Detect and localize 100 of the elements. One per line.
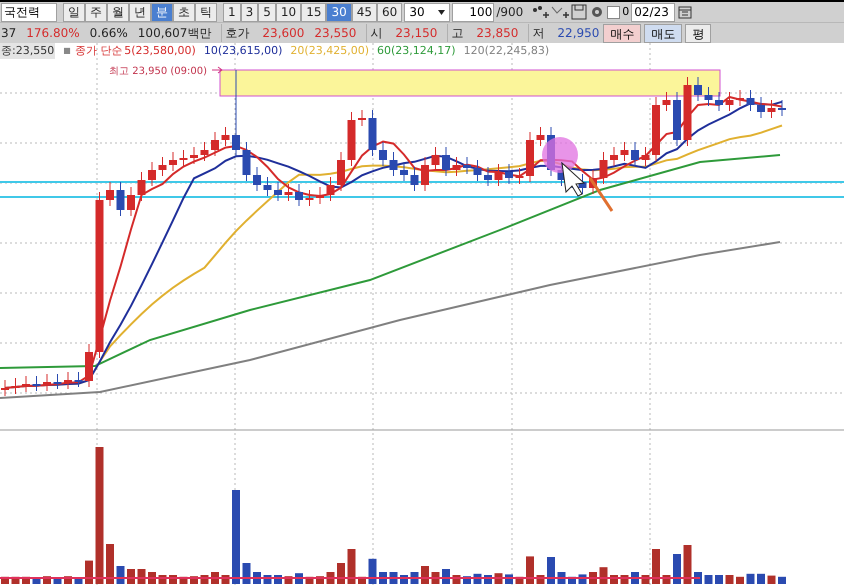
candlestick	[127, 186, 135, 216]
count-field[interactable]: 100	[452, 2, 494, 22]
order-button[interactable]: 매수	[603, 24, 642, 43]
candlestick	[358, 110, 366, 126]
candlestick	[505, 164, 513, 184]
toolbar-toggle[interactable]: 3	[240, 2, 258, 22]
volume-bar	[715, 575, 723, 584]
candlestick	[180, 150, 188, 166]
interval-dropdown[interactable]: 30	[404, 2, 450, 22]
candlestick	[106, 182, 114, 206]
candlestick	[484, 166, 492, 186]
candlestick	[516, 168, 524, 184]
candlestick	[64, 372, 72, 390]
candlestick	[746, 90, 754, 112]
candlestick	[536, 126, 544, 146]
highlight-circle	[542, 137, 578, 173]
moving-average-label: 5(23,580,00)	[124, 42, 196, 59]
marker-arrow	[212, 66, 223, 74]
candlestick	[610, 146, 618, 166]
dropdown-caret-icon	[438, 10, 446, 15]
save-icon[interactable]	[571, 4, 588, 20]
candlestick	[200, 142, 208, 162]
candlestick	[264, 176, 272, 196]
candlestick	[316, 186, 324, 204]
volume-bar	[652, 549, 660, 584]
toolbar-toggle[interactable]: 주	[85, 2, 107, 22]
candlestick	[32, 376, 40, 392]
candlestick	[169, 152, 177, 172]
order-button[interactable]: 평	[685, 24, 712, 43]
candlestick	[116, 182, 124, 216]
legend-title: 종가 단순	[74, 42, 122, 59]
toolbar-toggle[interactable]: 5	[258, 2, 276, 22]
toolbar-toggle[interactable]: 월	[107, 2, 129, 22]
volume-bar	[726, 575, 734, 584]
moving-average-label: 60(23,124,17)	[377, 42, 456, 59]
quote-value: 23,600	[262, 25, 304, 42]
candlestick	[85, 344, 93, 388]
candlestick	[526, 132, 534, 182]
quote-value: 23,150	[395, 25, 438, 42]
candlestick	[43, 374, 51, 392]
candlestick	[379, 142, 387, 166]
candlestick	[778, 100, 786, 116]
candlestick	[54, 374, 62, 390]
candlestick	[253, 166, 261, 192]
candlestick	[684, 76, 692, 146]
candlestick	[1, 380, 9, 396]
toolbar-toggle[interactable]: 년	[129, 2, 151, 22]
volume-bar	[337, 563, 345, 584]
cursor-icon	[561, 162, 586, 197]
toolbar-toggle[interactable]: 1	[223, 2, 241, 22]
toolbar-toggle[interactable]: 틱	[195, 2, 217, 22]
volume-bar	[348, 549, 356, 584]
candlestick	[274, 182, 282, 202]
calendar-icon[interactable]	[677, 4, 694, 20]
candlestick	[421, 156, 429, 192]
candlestick	[326, 176, 334, 202]
quote-value: 37	[1, 25, 16, 42]
candlestick	[400, 162, 408, 182]
candlestick	[589, 170, 597, 194]
checkbox[interactable]	[607, 6, 620, 19]
volume-bar	[684, 545, 692, 584]
candlestick	[662, 92, 670, 112]
toolbar-toggle[interactable]: 10	[276, 2, 302, 22]
order-button[interactable]: 매도	[644, 24, 682, 43]
toolbar-toggle[interactable]: 30	[326, 2, 352, 22]
volume-bar	[106, 544, 114, 584]
candlestick	[138, 172, 146, 202]
count-max: /900	[496, 4, 524, 22]
candlestick	[704, 86, 712, 106]
candlestick	[284, 184, 292, 202]
quote-value: 23,550	[314, 25, 356, 42]
moving-average-label: 10(23,615,00)	[204, 42, 282, 59]
add-line-icon[interactable]	[551, 4, 570, 20]
symbol-field[interactable]: 국전력	[1, 2, 57, 22]
date-field[interactable]: 02/23	[631, 2, 676, 22]
quote-label: 시	[366, 24, 386, 42]
candlestick	[600, 152, 608, 184]
moving-average-label: 20(23,425,00)	[290, 42, 369, 59]
candlestick	[442, 146, 450, 176]
candlestick	[768, 100, 776, 118]
toolbar-toggle[interactable]: 일	[63, 2, 85, 22]
candlestick	[736, 90, 744, 106]
volume-bar	[768, 576, 776, 584]
volume-bar	[547, 557, 555, 584]
candlestick	[432, 146, 440, 172]
high-price-label: 최고 23,950 (09:00)	[109, 66, 207, 77]
toolbar-toggle[interactable]: 분	[151, 2, 173, 22]
candlestick	[715, 92, 723, 112]
toolbar-toggle[interactable]: 60	[377, 2, 402, 22]
toolbar-toggle[interactable]: 15	[301, 2, 326, 22]
quote-value: 23,850	[476, 25, 518, 42]
candlestick	[452, 156, 460, 176]
toolbar-toggle[interactable]: 45	[352, 2, 378, 22]
candlestick	[463, 156, 471, 174]
close-price-label: 종:23,550	[0, 42, 56, 60]
volume-bar	[85, 560, 93, 584]
add-indicator-icon[interactable]	[531, 4, 550, 20]
volume-bar	[526, 556, 534, 584]
toolbar-toggle[interactable]: 초	[173, 2, 195, 22]
candlestick	[694, 76, 702, 102]
